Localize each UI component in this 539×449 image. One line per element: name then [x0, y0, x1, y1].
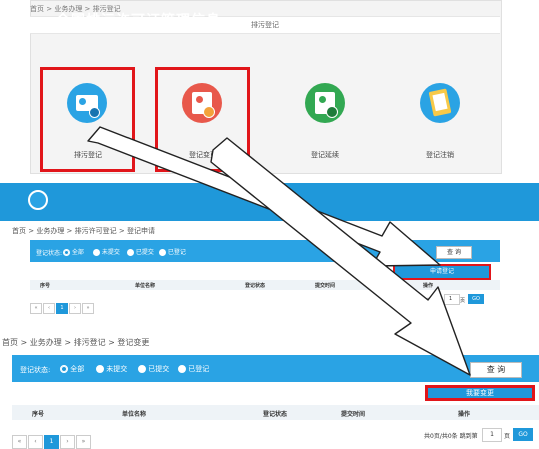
annotation-arrows	[87, 126, 471, 376]
